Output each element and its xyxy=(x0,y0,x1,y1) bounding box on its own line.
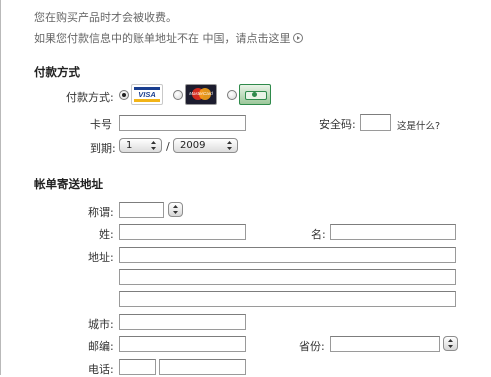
whats-this-link[interactable]: 这是什么? xyxy=(397,118,440,132)
salutation-input[interactable] xyxy=(119,202,164,218)
billing-section-title: 帐单寄送地址 xyxy=(34,177,103,191)
first-name-label: 名: xyxy=(311,228,326,241)
province-input[interactable] xyxy=(330,336,440,352)
visa-card-icon: VISA xyxy=(131,84,163,105)
address-label: 地址: xyxy=(88,251,114,264)
charge-notice: 您在购买产品时才会被收费。 xyxy=(34,11,177,24)
expiry-year-value: 2009 xyxy=(180,140,206,151)
expiry-label: 到期: xyxy=(90,142,116,155)
phone-area-code-input[interactable] xyxy=(119,359,156,375)
visa-radio[interactable] xyxy=(119,90,129,100)
province-dropdown-button[interactable] xyxy=(443,336,458,351)
city-label: 城市: xyxy=(88,318,114,331)
payment-section-title: 付款方式 xyxy=(34,65,80,79)
green-card-icon xyxy=(239,84,271,105)
billing-country-notice-text[interactable]: 如果您付款信息中的账单地址不在 中国，请点击这里 xyxy=(34,32,291,45)
last-name-input[interactable] xyxy=(119,224,246,240)
select-arrows-icon xyxy=(227,141,232,150)
expiry-year-select[interactable]: 2009 xyxy=(173,138,238,153)
salutation-label: 称谓: xyxy=(88,206,114,219)
mastercard-radio[interactable] xyxy=(173,90,183,100)
province-label: 省份: xyxy=(299,340,325,353)
address-line2-input[interactable] xyxy=(119,269,456,285)
expiry-separator: / xyxy=(166,140,170,153)
salutation-dropdown-button[interactable] xyxy=(168,202,183,217)
phone-number-input[interactable] xyxy=(159,359,246,375)
address-line1-input[interactable] xyxy=(119,247,456,263)
last-name-label: 姓: xyxy=(99,228,114,241)
select-arrows-icon xyxy=(448,339,453,348)
arrow-circle-icon[interactable] xyxy=(292,33,303,43)
mastercard-icon: MasterCard xyxy=(185,84,217,105)
city-input[interactable] xyxy=(119,314,246,330)
security-code-input[interactable] xyxy=(360,114,391,131)
page-left-border xyxy=(0,0,1,375)
payment-method-label: 付款方式: xyxy=(66,91,114,104)
card-number-label: 卡号 xyxy=(90,118,112,131)
select-arrows-icon xyxy=(151,141,156,150)
billing-country-notice: 如果您付款信息中的账单地址不在 中国，请点击这里 xyxy=(34,30,303,46)
expiry-month-value: 1 xyxy=(126,140,133,151)
card-number-input[interactable] xyxy=(119,115,246,131)
first-name-input[interactable] xyxy=(330,224,456,240)
security-code-label: 安全码: xyxy=(319,118,356,131)
expiry-month-select[interactable]: 1 xyxy=(119,138,162,153)
postal-code-input[interactable] xyxy=(119,336,246,352)
address-line3-input[interactable] xyxy=(119,291,456,307)
other-card-radio[interactable] xyxy=(227,90,237,100)
postal-code-label: 邮编: xyxy=(88,340,114,353)
select-arrows-icon xyxy=(173,205,178,214)
